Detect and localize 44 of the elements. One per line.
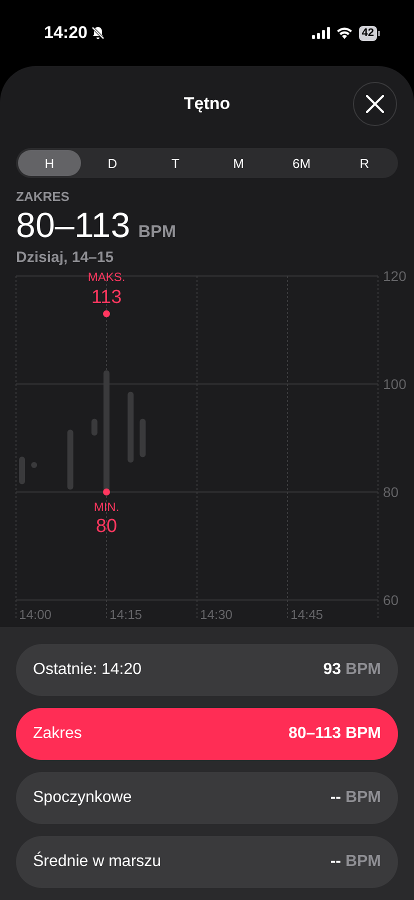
stat-label: Średnie w marszu xyxy=(33,853,162,871)
marker-label: MIN. xyxy=(94,500,120,514)
stat-row[interactable]: Ostatnie: 14:20 93 BPM xyxy=(16,644,398,696)
date-range: Dzisiaj, 14–15 xyxy=(16,249,115,266)
stat-row[interactable]: Spoczynkowe -- BPM xyxy=(16,772,398,824)
stat-value: -- BPM xyxy=(330,853,381,871)
close-button[interactable] xyxy=(353,82,397,126)
y-axis-label: 100 xyxy=(383,376,406,392)
y-axis-label: 60 xyxy=(383,592,399,608)
range-caption: ZAKRES xyxy=(16,189,70,204)
wifi-icon xyxy=(336,27,353,39)
stat-label: Ostatnie: 14:20 xyxy=(33,661,143,679)
sheet-title: Tętno xyxy=(184,94,230,114)
range-value: 80–113 xyxy=(16,206,130,246)
period-tab[interactable]: M xyxy=(207,150,270,176)
close-icon xyxy=(366,95,384,113)
x-axis-label: 14:45 xyxy=(290,607,324,622)
y-axis-label: 120 xyxy=(383,271,406,284)
period-tab[interactable]: T xyxy=(144,150,207,176)
battery-level: 42 xyxy=(358,26,377,40)
stat-value: 80–113 BPM xyxy=(288,725,381,743)
stat-value: -- BPM xyxy=(330,789,381,807)
marker-value: 80 xyxy=(96,516,118,537)
stat-value: 93 BPM xyxy=(323,661,381,679)
marker-value: 113 xyxy=(91,286,122,308)
x-axis-label: 14:00 xyxy=(19,607,52,622)
clock: 14:20 xyxy=(44,23,88,43)
bell-muted-icon xyxy=(91,26,106,40)
x-axis-label: 14:30 xyxy=(200,607,233,622)
marker-label: MAKS. xyxy=(88,271,126,284)
stat-label: Zakres xyxy=(33,725,83,743)
stat-row[interactable]: Zakres 80–113 BPM xyxy=(16,708,398,760)
period-tab[interactable]: 6M xyxy=(270,150,333,176)
y-axis-label: 80 xyxy=(383,484,399,500)
period-tab[interactable]: D xyxy=(81,150,144,176)
unit-label: BPM xyxy=(138,222,176,242)
signal-icon xyxy=(312,27,330,39)
marker-dot xyxy=(103,310,110,318)
x-axis-label: 14:15 xyxy=(110,607,142,622)
period-tab[interactable]: R xyxy=(333,150,396,176)
marker-dot xyxy=(103,488,110,496)
stat-label: Spoczynkowe xyxy=(33,789,133,807)
stat-row[interactable]: Średnie w marszu -- BPM xyxy=(16,836,398,888)
period-tab[interactable]: H xyxy=(18,150,81,176)
